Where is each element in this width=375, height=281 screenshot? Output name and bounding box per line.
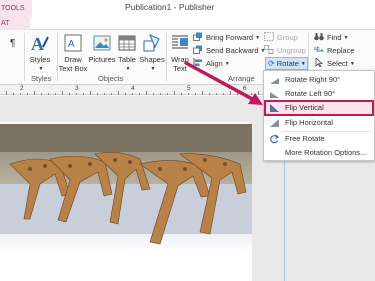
ruler-number: 6 [243,85,247,92]
window-title: Publication1 - Publisher [125,2,215,12]
pictures-button[interactable]: Pictures [87,33,117,64]
menu-item-flip-horizontal[interactable]: Flip Horizontal [265,116,373,130]
select-button[interactable]: Select ▼ [314,58,355,70]
rotate-menu: Rotate Right 90° Rotate Left 90° Flip Ve… [263,70,375,161]
paragraph-mark-icon[interactable]: ¶ [10,38,15,50]
ruler-tick [6,91,7,95]
align-button[interactable]: Align ▼ [193,58,230,70]
group-separator [24,33,25,81]
ruler-tick [34,91,35,95]
giraffe-photo[interactable] [0,124,252,281]
ribbon-tab-row: AT [0,17,375,30]
styles-button[interactable]: A Styles ▼ [26,33,54,74]
svg-text:A: A [68,39,75,50]
ruler-tick [181,93,182,95]
svg-text:A: A [31,34,44,53]
ruler-tick [20,93,21,95]
ruler-tick [69,93,70,95]
ruler-tick [251,93,252,95]
menu-item-rotate-left[interactable]: Rotate Left 90° [265,87,373,101]
rotate-button[interactable]: ⟳ Rotate ▼ [265,57,308,70]
rotate-left-icon [270,92,279,98]
group-label-arrange: Arrange [228,74,255,83]
ruler-tick [132,93,133,95]
flip-vertical-icon [270,104,279,112]
send-backward-icon [193,45,202,54]
ruler-tick [146,91,147,95]
ruler-tick [167,93,168,95]
rotate-right-icon [270,78,279,84]
ruler-tick [139,93,140,95]
ruler-tick [223,93,224,95]
ruler-tick [62,91,63,95]
ruler-tick [104,93,105,95]
title-bar: TOOLS Publication1 - Publisher [0,0,375,17]
ruler-tick [41,93,42,95]
ruler-tick [209,93,210,95]
send-backward-button[interactable]: Send Backward ▼ [193,45,265,57]
wrap-text-button[interactable]: Wrap Text [166,33,194,73]
align-icon [193,58,202,67]
context-tab-label: TOOLS [0,0,32,17]
ruler-tick [216,93,217,95]
ruler-tick [76,93,77,95]
ungroup-icon [264,45,274,54]
group-icon [264,32,274,41]
shapes-button[interactable]: Shapes ▼ [137,33,167,74]
group-label-objects: Objects [98,74,124,83]
ruler-tick [195,93,196,95]
ruler-tick [13,93,14,95]
styles-icon: A [31,34,49,53]
rotate-icon: ⟳ [268,59,275,68]
table-icon [118,35,136,51]
ruler-tick [188,93,189,95]
ruler-tick [48,93,49,95]
ruler-tick [258,91,259,95]
replace-icon: ab [314,46,324,52]
group-label-styles: Styles [31,74,52,83]
ruler-tick [97,93,98,95]
ruler-tick [160,93,161,95]
bring-forward-icon [193,32,202,41]
wrap-text-icon [172,35,188,49]
cursor-icon [315,58,324,67]
ruler-number: 3 [75,85,79,92]
binoculars-icon [314,33,324,41]
ruler-tick [230,91,231,95]
bring-forward-button[interactable]: Bring Forward ▼ [193,32,260,44]
menu-item-flip-vertical[interactable]: Flip Vertical [264,100,374,116]
ruler-tick [118,91,119,95]
tab-format[interactable]: AT [0,17,30,30]
ruler-tick [55,93,56,95]
replace-button[interactable]: ab Replace [314,45,355,57]
ruler-number: 4 [131,85,135,92]
menu-item-rotate-right[interactable]: Rotate Right 90° [265,73,373,87]
pictures-icon [93,35,111,51]
ruler-tick [90,91,91,95]
ruler-tick [27,93,28,95]
ruler-tick [111,93,112,95]
group-button[interactable]: Group [264,32,298,44]
ungroup-button[interactable]: Ungroup [264,45,306,57]
find-button[interactable]: Find ▼ [314,32,349,44]
ruler-tick [202,91,203,95]
free-rotate-icon [270,134,280,144]
menu-item-free-rotate[interactable]: Free Rotate [265,132,373,146]
menu-item-more-rotation-options[interactable]: More Rotation Options... [265,146,373,160]
draw-text-box-button[interactable]: A Draw Text Box [58,33,88,73]
ruler-tick [244,93,245,95]
ruler-tick [174,91,175,95]
ruler-number: 2 [20,85,24,92]
shapes-icon [143,34,160,52]
ruler-tick [237,93,238,95]
ruler-tick [125,93,126,95]
ruler-tick [83,93,84,95]
flip-horizontal-icon [270,119,279,127]
ruler-tick [153,93,154,95]
ruler-number: 5 [187,85,191,92]
text-box-icon: A [64,34,82,52]
